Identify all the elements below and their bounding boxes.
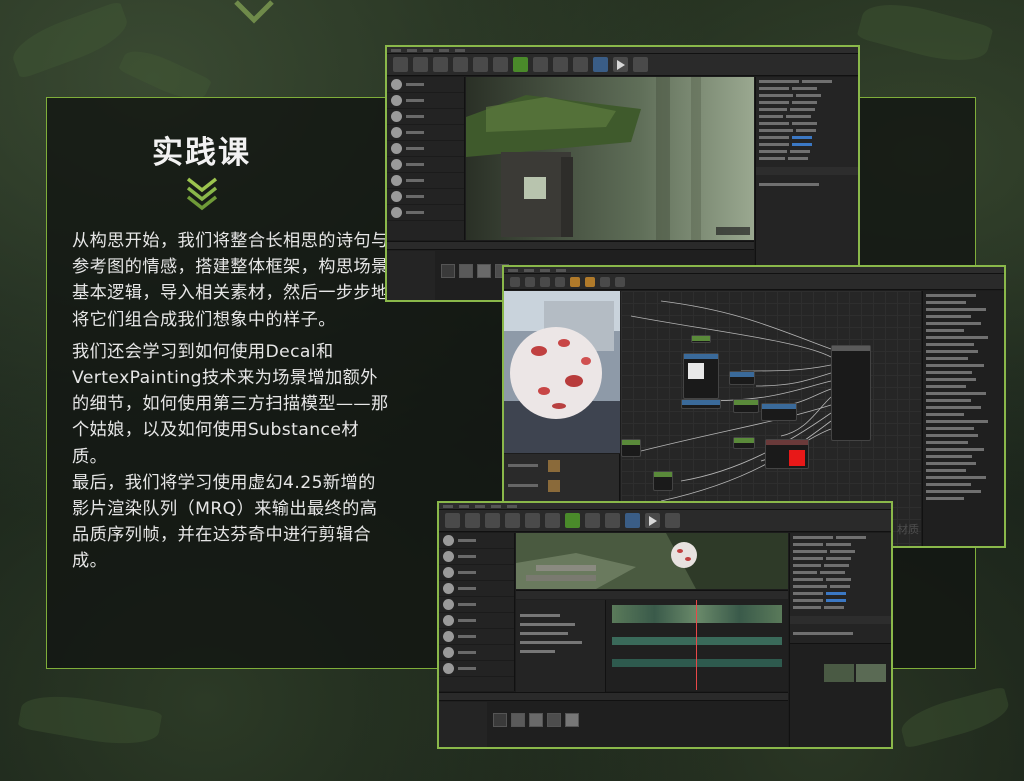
chevron-down-icon [234,0,274,24]
paragraph-techniques: 我们还会学习到如何使用Decal和VertexPainting技术来为场景增加额… [72,341,389,467]
background-foliage [856,0,994,72]
mode-item[interactable] [439,549,514,565]
toolbar-button[interactable] [473,57,488,72]
material-node[interactable] [621,439,641,457]
mode-item[interactable] [387,157,464,173]
toolbar-button[interactable] [545,513,560,528]
toolbar-button[interactable] [665,513,680,528]
toolbar-button[interactable] [540,276,550,287]
menu-bar [439,503,891,510]
material-node[interactable] [653,471,673,491]
material-node[interactable] [733,437,755,449]
chevron-down-icon [186,177,218,211]
toolbar-button[interactable] [585,513,600,528]
toolbar-button[interactable] [445,513,460,528]
toolbar-button[interactable] [465,513,480,528]
play-icon [616,59,625,70]
mode-item[interactable] [439,613,514,629]
toolbar-button[interactable] [493,57,508,72]
toolbar-button[interactable] [510,276,520,287]
background-foliage [17,688,163,752]
paragraph-rendering: 最后，我们将学习使用虚幻4.25新增的影片渲染队列（MRQ）来输出最终的高品质序… [72,472,378,572]
toolbar-button[interactable] [615,276,625,287]
viewport[interactable] [466,77,754,240]
material-node[interactable] [683,353,719,399]
mode-item[interactable] [439,533,514,549]
toolbar-button[interactable] [593,57,608,72]
menu-bar [504,267,1004,274]
play-button[interactable] [645,513,660,528]
background-foliage [897,686,1013,749]
material-node[interactable] [691,335,711,343]
marketplace-button[interactable] [565,513,580,528]
toolbar-button[interactable] [573,57,588,72]
toolbar-button[interactable] [555,276,565,287]
viewport[interactable] [516,533,788,589]
world-outliner [789,533,891,747]
toolbar-button[interactable] [633,57,648,72]
mode-item[interactable] [387,77,464,93]
mode-item[interactable] [439,581,514,597]
material-node[interactable] [681,399,721,409]
toolbar-button[interactable] [433,57,448,72]
mode-item[interactable] [439,629,514,645]
menu-bar [387,47,858,54]
page-title: 实践课 [152,135,251,171]
toolbar-button[interactable] [570,276,580,287]
toolbar-button[interactable] [525,276,535,287]
level-editor-window [385,45,860,302]
play-icon [648,515,657,526]
mode-item[interactable] [387,93,464,109]
material-node[interactable] [761,403,797,421]
palette-panel [922,291,1004,546]
mode-item[interactable] [387,125,464,141]
mode-item[interactable] [439,661,514,677]
toolbar-button[interactable] [585,276,595,287]
sequencer-panel[interactable] [516,590,788,692]
modes-panel [387,77,465,240]
paragraph-intro: 从构思开始，我们将整合长相思的诗句与参考图的情感，搭建整体框架，构思场景基本逻辑… [72,231,389,330]
mode-item[interactable] [439,565,514,581]
background-foliage [6,0,134,80]
toolbar-button[interactable] [525,513,540,528]
mode-item[interactable] [387,189,464,205]
toolbar-button[interactable] [553,57,568,72]
toolbar-button[interactable] [413,57,428,72]
toolbar-button[interactable] [453,57,468,72]
toolbar-button[interactable] [625,513,640,528]
mode-item[interactable] [387,109,464,125]
content-browser [439,692,788,747]
mode-item[interactable] [387,173,464,189]
mode-item[interactable] [387,141,464,157]
material-node[interactable] [765,439,809,469]
toolbar-button[interactable] [600,276,610,287]
toolbar-button[interactable] [485,513,500,528]
graph-watermark: 材质 [897,523,919,536]
material-preview-viewport[interactable] [504,291,620,453]
mode-item[interactable] [387,205,464,221]
mode-item[interactable] [439,597,514,613]
marketplace-button[interactable] [513,57,528,72]
material-node[interactable] [729,371,755,385]
sequencer-editor-window [437,501,893,749]
modes-panel [439,533,515,691]
course-description: 从构思开始，我们将整合长相思的诗句与参考图的情感，搭建整体框架，构思场景基本逻辑… [72,228,390,581]
material-output-node[interactable] [831,345,871,441]
toolbar-button[interactable] [605,513,620,528]
material-toolbar [504,274,1004,290]
editor-toolbar [439,510,891,532]
mode-item[interactable] [439,645,514,661]
toolbar-button[interactable] [393,57,408,72]
toolbar-button[interactable] [505,513,520,528]
toolbar-button[interactable] [533,57,548,72]
editor-toolbar [387,54,858,76]
material-node[interactable] [733,399,759,413]
play-button[interactable] [613,57,628,72]
playhead[interactable] [696,600,697,690]
